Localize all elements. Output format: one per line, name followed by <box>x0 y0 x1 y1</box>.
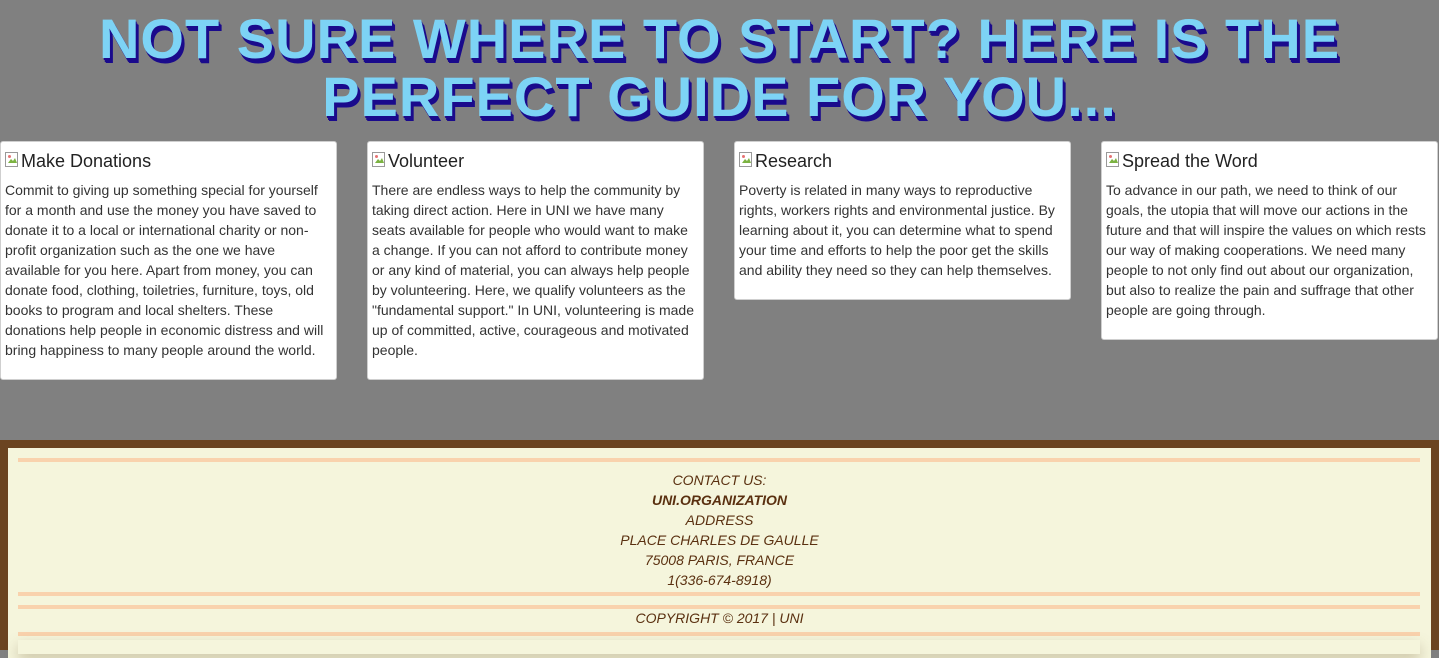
card-title: Volunteer <box>388 151 465 171</box>
organization-name: UNI.ORGANIZATION <box>651 492 788 508</box>
contact-label: CONTACT US: <box>672 472 767 488</box>
address-label: ADDRESS <box>685 512 754 528</box>
footer-divider <box>18 458 1420 462</box>
footer-divider <box>18 592 1420 596</box>
card-title-row: Volunteer <box>372 150 699 172</box>
card-title-row: Research <box>739 150 1066 172</box>
address-city: 75008 PARIS, FRANCE <box>644 552 795 568</box>
card-text: Poverty is related in many ways to repro… <box>739 182 1055 278</box>
card-title: Make Donations <box>21 151 152 171</box>
broken-image-icon <box>5 152 19 168</box>
contact-block: CONTACT US: UNI.ORGANIZATION ADDRESS PLA… <box>8 470 1431 590</box>
card-volunteer: Volunteer There are endless ways to help… <box>367 141 704 380</box>
card-make-donations: Make Donations Commit to giving up somet… <box>0 141 337 380</box>
footer-shadow <box>18 640 1420 654</box>
page-headline: NOT SURE WHERE TO START? HERE IS THE PER… <box>98 7 1341 128</box>
broken-image-icon <box>1106 152 1120 168</box>
card-research: Research Poverty is related in many ways… <box>734 141 1071 300</box>
footer-panel: CONTACT US: UNI.ORGANIZATION ADDRESS PLA… <box>8 448 1431 658</box>
card-spread-the-word: Spread the Word To advance in our path, … <box>1101 141 1438 340</box>
card-title-row: Spread the Word <box>1106 150 1433 172</box>
copyright-text: COPYRIGHT © 2017 | UNI <box>635 610 804 626</box>
card-title: Spread the Word <box>1122 151 1258 171</box>
card-text: To advance in our path, we need to think… <box>1106 182 1426 318</box>
guide-cards: Make Donations Commit to giving up somet… <box>0 141 1439 391</box>
broken-image-icon <box>739 152 753 168</box>
broken-image-icon <box>372 152 386 168</box>
footer: CONTACT US: UNI.ORGANIZATION ADDRESS PLA… <box>0 440 1439 658</box>
card-text: Commit to giving up something special fo… <box>5 182 324 358</box>
footer-divider <box>18 632 1420 636</box>
address-street: PLACE CHARLES DE GAULLE <box>620 532 819 548</box>
phone-number: 1(336-674-8918) <box>667 572 772 588</box>
card-title-row: Make Donations <box>5 150 332 172</box>
card-text: There are endless ways to help the commu… <box>372 182 694 358</box>
card-title: Research <box>755 151 833 171</box>
